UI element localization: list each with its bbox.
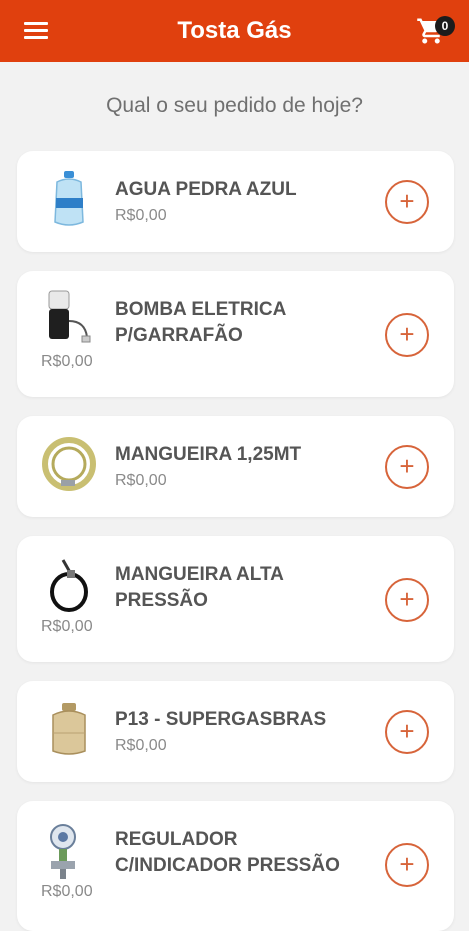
product-name: AGUA PEDRA AZUL xyxy=(115,179,297,200)
add-to-cart-button[interactable]: + xyxy=(385,445,429,489)
product-name: P13 - SUPERGASBRAS xyxy=(115,709,327,730)
product-name: BOMBA ELETRICA P/GARRAFÃO xyxy=(115,299,286,346)
water-jug-icon xyxy=(54,171,84,226)
add-to-cart-button[interactable]: + xyxy=(385,710,429,754)
add-to-cart-button[interactable]: + xyxy=(385,313,429,357)
product-card: BOMBA ELETRICA P/GARRAFÃO R$0,00 + xyxy=(17,271,454,397)
gas-cylinder-icon xyxy=(52,703,86,755)
product-card: P13 - SUPERGASBRAS R$0,00 + xyxy=(17,681,454,782)
app-bar: Tosta Gás 0 xyxy=(0,0,469,62)
add-to-cart-button[interactable]: + xyxy=(385,578,429,622)
product-price: R$0,00 xyxy=(41,353,93,370)
product-price: R$0,00 xyxy=(41,883,93,900)
add-to-cart-button[interactable]: + xyxy=(385,180,429,224)
high-pressure-hose-icon xyxy=(50,559,88,612)
product-price: R$0,00 xyxy=(41,618,93,635)
pressure-regulator-icon xyxy=(50,824,76,879)
product-card: REGULADOR C/INDICADOR PRESSÃO R$0,00 + xyxy=(17,801,454,931)
electric-pump-icon xyxy=(48,290,91,343)
page-question: Qual o seu pedido de hoje? xyxy=(106,94,363,117)
product-card: AGUA PEDRA AZUL R$0,00 + xyxy=(17,151,454,252)
product-name: MANGUEIRA 1,25MT xyxy=(115,444,302,465)
product-card: MANGUEIRA ALTA PRESSÃO R$0,00 + xyxy=(17,536,454,662)
product-name: REGULADOR C/INDICADOR PRESSÃO xyxy=(115,829,340,876)
cart-count-badge: 0 xyxy=(435,16,455,36)
product-name: MANGUEIRA ALTA PRESSÃO xyxy=(115,564,284,611)
add-to-cart-button[interactable]: + xyxy=(385,843,429,887)
product-price: R$0,00 xyxy=(115,472,167,489)
product-card: MANGUEIRA 1,25MT R$0,00 + xyxy=(17,416,454,517)
app-title: Tosta Gás xyxy=(177,17,292,44)
product-price: R$0,00 xyxy=(115,737,167,754)
product-price: R$0,00 xyxy=(115,207,167,224)
hose-icon xyxy=(42,437,96,491)
cart-button[interactable]: 0 xyxy=(414,14,458,48)
